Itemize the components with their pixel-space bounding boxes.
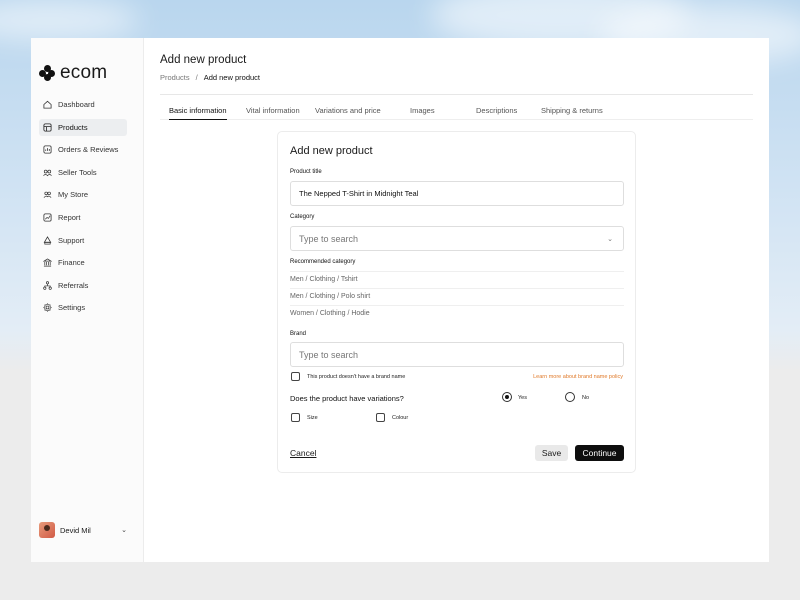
breadcrumb-products-link[interactable]: Products: [160, 73, 190, 82]
chart-icon: [43, 213, 52, 222]
sidebar-item-referrals[interactable]: Referrals: [39, 277, 127, 294]
recommended-category-item[interactable]: Men / Clothing / Polo shirt: [290, 288, 624, 305]
sidebar-item-settings[interactable]: Settings: [39, 299, 127, 316]
breadcrumb: Products / Add new product: [160, 73, 260, 82]
app-window: ecom Dashboard Products Orders & Reviews…: [31, 38, 769, 562]
size-label: Size: [307, 415, 318, 421]
save-button[interactable]: Save: [535, 445, 568, 461]
product-title-label: Product title: [290, 169, 322, 175]
orders-icon: [43, 145, 52, 154]
gear-icon: [43, 303, 52, 313]
no-label: No: [582, 395, 590, 401]
colour-label: Colour: [392, 415, 409, 421]
no-brand-label: This product doesn't have a brand name: [307, 374, 406, 380]
page-title: Add new product: [160, 54, 247, 66]
main-content: Add new product Products / Add new produ…: [144, 38, 769, 562]
header-divider: [160, 94, 753, 95]
tab-shipping-returns[interactable]: Shipping & returns: [541, 106, 603, 120]
bank-icon: [43, 258, 52, 267]
category-label: Category: [290, 214, 315, 220]
category-search-input[interactable]: Type to search ⌄: [290, 226, 624, 251]
logo[interactable]: ecom: [39, 62, 107, 84]
home-icon: [43, 100, 52, 109]
sidebar-item-support[interactable]: Support: [39, 232, 127, 249]
sidebar-item-label: Finance: [58, 258, 85, 268]
sidebar-item-label: Seller Tools: [58, 167, 97, 177]
breadcrumb-current: Add new product: [203, 73, 260, 82]
product-title-input[interactable]: The Nepped T-Shirt in Midnight Teal: [290, 181, 624, 206]
chevron-down-icon: ⌄: [607, 236, 613, 243]
sidebar-item-label: Support: [58, 235, 85, 245]
tab-images[interactable]: Images: [410, 106, 435, 120]
sidebar: ecom Dashboard Products Orders & Reviews…: [31, 38, 144, 562]
size-checkbox[interactable]: [291, 413, 300, 422]
brand-placeholder: Type to search: [299, 349, 359, 360]
tab-vital-information[interactable]: Vital information: [246, 106, 300, 120]
logo-text: ecom: [60, 62, 108, 83]
recommended-category-label: Recommended category: [290, 259, 356, 265]
sidebar-nav: Dashboard Products Orders & Reviews Sell…: [39, 96, 127, 322]
variations-no-radio[interactable]: [565, 392, 575, 402]
brand-search-input[interactable]: Type to search: [290, 342, 624, 367]
tab-descriptions[interactable]: Descriptions: [476, 106, 517, 120]
sidebar-item-label: Products: [58, 122, 88, 132]
user-name: Devid Mil: [60, 525, 91, 535]
avatar: [39, 522, 55, 538]
tab-variations-and-price[interactable]: Variations and price: [315, 106, 381, 120]
variations-yes-radio[interactable]: [502, 392, 512, 402]
cancel-button[interactable]: Cancel: [290, 448, 316, 458]
sidebar-item-label: My Store: [58, 190, 89, 200]
sidebar-item-label: Orders & Reviews: [58, 145, 119, 155]
variations-question: Does the product have variations?: [290, 394, 404, 403]
sidebar-item-label: Referrals: [58, 280, 89, 290]
no-brand-checkbox[interactable]: [291, 372, 300, 381]
breadcrumb-separator: /: [195, 73, 198, 82]
sidebar-item-my-store[interactable]: My Store: [39, 186, 127, 203]
sidebar-item-dashboard[interactable]: Dashboard: [39, 96, 127, 113]
category-placeholder: Type to search: [299, 233, 359, 244]
product-form-card: Add new product Product title The Nepped…: [277, 131, 636, 473]
sidebar-item-label: Report: [58, 212, 81, 222]
continue-button[interactable]: Continue: [575, 445, 624, 461]
sidebar-item-products[interactable]: Products: [39, 118, 127, 136]
box-icon: [43, 123, 52, 132]
support-icon: [43, 235, 52, 245]
tab-basic-information[interactable]: Basic information: [169, 106, 227, 120]
user-menu[interactable]: Devid Mil ⌄: [39, 522, 127, 538]
tools-icon: [43, 169, 52, 177]
logo-icon: [39, 65, 55, 81]
sidebar-item-label: Settings: [58, 303, 86, 313]
recommended-category-item[interactable]: Men / Clothing / Tshirt: [290, 271, 624, 288]
sidebar-item-orders-reviews[interactable]: Orders & Reviews: [39, 141, 127, 158]
sidebar-item-seller-tools[interactable]: Seller Tools: [39, 164, 127, 181]
form-title: Add new product: [290, 145, 373, 157]
brand-policy-link[interactable]: Learn more about brand name policy: [533, 374, 623, 380]
sidebar-item-report[interactable]: Report: [39, 209, 127, 226]
yes-label: Yes: [518, 395, 527, 401]
tab-bar: Basic information Vital information Vari…: [160, 106, 753, 120]
chevron-down-icon: ⌄: [121, 527, 127, 534]
store-icon: [43, 192, 52, 199]
brand-label: Brand: [290, 331, 307, 337]
recommended-category-item[interactable]: Women / Clothing / Hodie: [290, 305, 624, 322]
network-icon: [43, 281, 52, 290]
sidebar-item-finance[interactable]: Finance: [39, 254, 127, 271]
colour-checkbox[interactable]: [376, 413, 385, 422]
sidebar-item-label: Dashboard: [58, 100, 95, 109]
